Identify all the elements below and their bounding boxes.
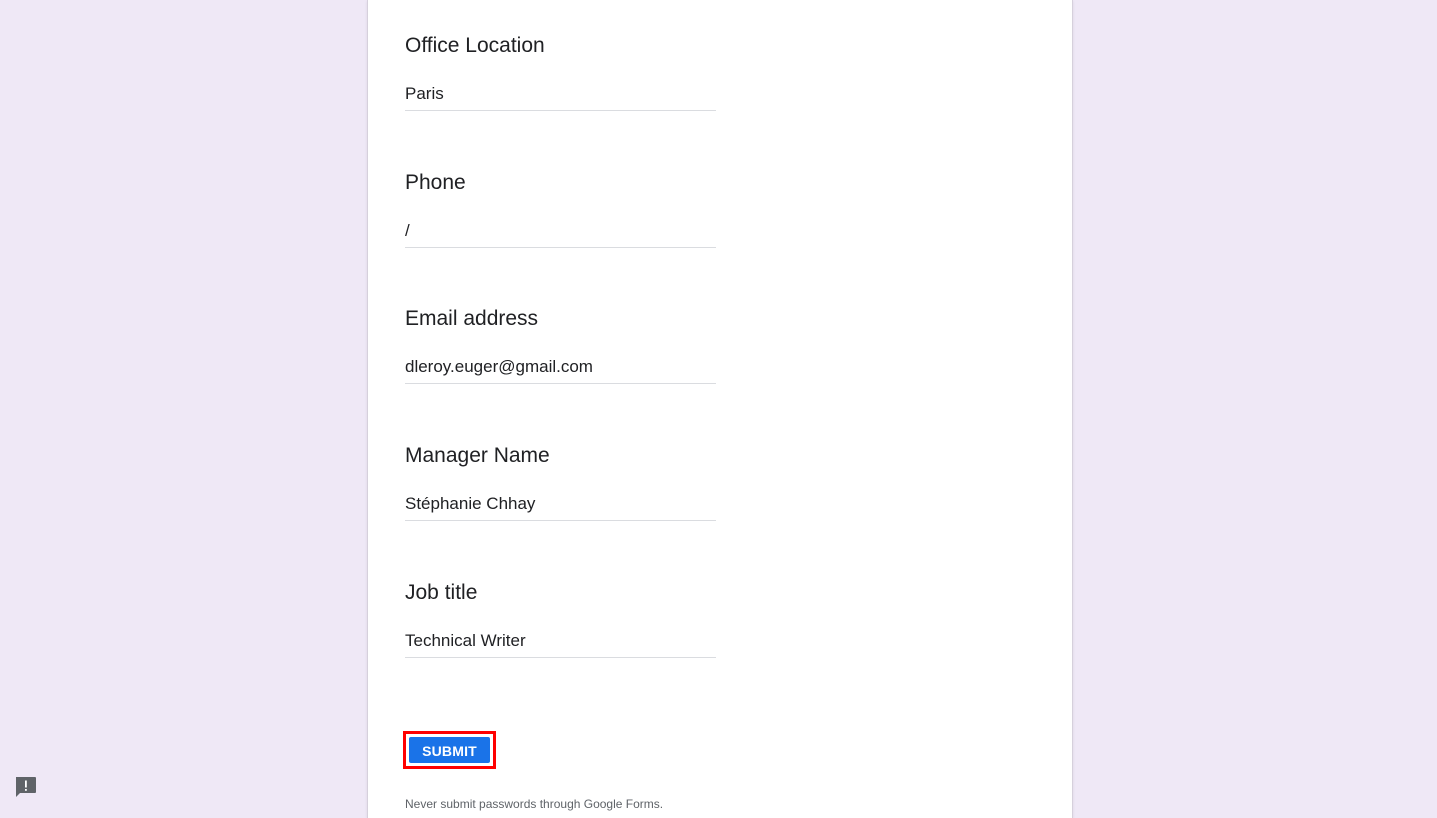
question-title: Phone	[405, 171, 466, 194]
report-feedback-icon	[16, 777, 36, 797]
manager-name-field[interactable]: Stéphanie Chhay	[405, 494, 716, 521]
password-warning-note: Never submit passwords through Google Fo…	[405, 797, 664, 811]
submit-highlight-box: SUBMIT	[403, 731, 496, 769]
office-location-field[interactable]: Paris	[405, 84, 716, 111]
question-manager-name: Manager Name Stéphanie Chhay	[405, 443, 716, 521]
email-field[interactable]: dleroy.euger@gmail.com	[405, 357, 716, 384]
report-feedback-button[interactable]	[13, 774, 38, 799]
question-job-title: Job title Technical Writer	[405, 580, 716, 658]
question-phone: Phone /	[405, 170, 716, 248]
question-office-location: Office Location Paris	[405, 33, 716, 111]
phone-field[interactable]: /	[405, 221, 716, 248]
question-title: Job title	[405, 581, 478, 604]
question-email: Email address dleroy.euger@gmail.com	[405, 306, 716, 384]
job-title-field[interactable]: Technical Writer	[405, 631, 716, 658]
question-title: Email address	[405, 307, 539, 330]
question-title: Office Location	[405, 34, 545, 57]
question-title: Manager Name	[405, 444, 550, 467]
form-card: Office Location Paris Phone / Email addr…	[367, 0, 1073, 818]
submit-button[interactable]: SUBMIT	[409, 737, 490, 763]
